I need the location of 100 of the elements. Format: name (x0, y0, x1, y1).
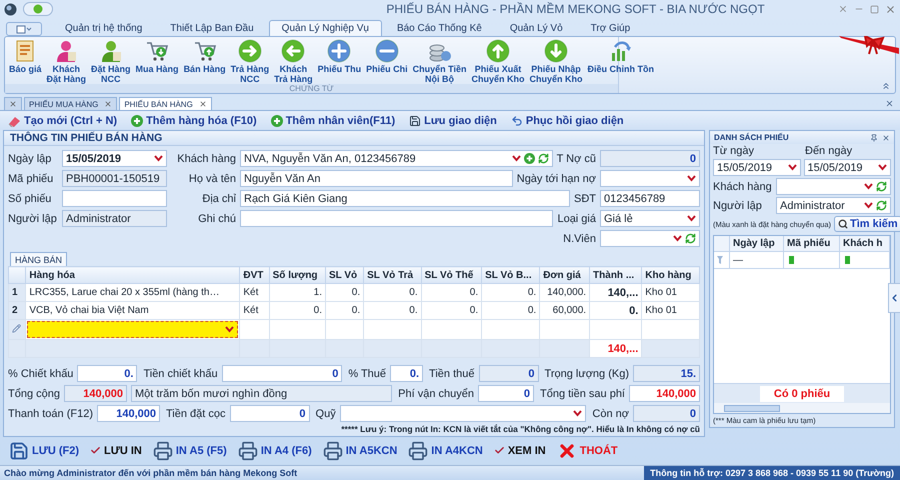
toolbar-button[interactable]: Phục hồi giao diện (510, 114, 624, 126)
ribbon-button[interactable]: Phiếu Chi (364, 39, 410, 84)
column-header[interactable]: SL Vỏ (325, 266, 364, 284)
input-field[interactable]: 0 (222, 365, 342, 382)
document-tab[interactable]: PHIẾU BÁN HÀNG (119, 97, 212, 110)
ribbon-tab[interactable]: Thiết Lập Ban Đầu (157, 20, 267, 36)
input-field[interactable] (62, 190, 167, 207)
ribbon-button[interactable]: Chuyển Tiền Nội Bộ (410, 39, 468, 84)
app-menu-button[interactable] (6, 22, 42, 36)
action-button[interactable]: IN A4 (F6) (238, 440, 312, 460)
filter-cell[interactable]: — (730, 252, 784, 268)
combo-box[interactable] (776, 178, 891, 195)
column-header[interactable]: Ngày lập (730, 236, 784, 251)
ribbon-button[interactable]: Phiếu Xuất Chuyển Kho (469, 39, 526, 84)
date-field[interactable]: 15/05/2019 (713, 159, 800, 176)
refresh-icon[interactable] (538, 153, 549, 164)
ribbon-button[interactable]: Trả Hàng NCC (228, 39, 272, 84)
toolbar-button[interactable]: Thêm hàng hóa (F10) (131, 114, 257, 126)
maximize-icon[interactable] (870, 4, 879, 14)
column-header[interactable]: SL Vỏ B... (482, 266, 540, 284)
chevron-down-icon[interactable] (687, 175, 696, 182)
column-header[interactable]: Thành ... (590, 266, 642, 284)
column-header[interactable]: SL Vỏ Thế (421, 266, 482, 284)
combo-box[interactable] (600, 230, 700, 247)
chevron-down-icon[interactable] (225, 326, 234, 333)
app-orb-icon[interactable] (4, 2, 17, 16)
column-header[interactable]: Số lượng (269, 266, 326, 284)
action-button[interactable]: IN A4KCN (408, 440, 483, 460)
combo-box[interactable]: NVA, Nguyễn Văn An, 0123456789 (240, 150, 553, 167)
refresh-icon[interactable] (685, 233, 696, 244)
column-header[interactable]: Kho hàng (642, 266, 700, 284)
close-tab-button[interactable] (4, 97, 22, 110)
document-tab[interactable]: PHIẾU MUA HÀNG (24, 97, 118, 110)
ribbon-button[interactable]: Mua Hàng (134, 39, 181, 84)
ribbon-tab[interactable]: Báo Cáo Thống Kê (384, 20, 495, 36)
input-field[interactable]: 0 (478, 385, 534, 402)
ribbon-tab[interactable]: Quản Lý Vỏ (496, 20, 576, 36)
input-field[interactable]: 140,000 (629, 385, 700, 402)
scrollbar[interactable] (714, 403, 890, 413)
grid-tab[interactable]: HÀNG BÁN (10, 252, 68, 266)
ribbon-button[interactable]: Phiếu Thu (316, 39, 364, 84)
pin-icon[interactable] (870, 134, 878, 142)
action-button[interactable]: XEM IN (494, 444, 546, 456)
chevron-down-icon[interactable] (154, 155, 163, 162)
input-field[interactable]: 0. (390, 365, 424, 382)
column-header[interactable]: ĐVT (240, 266, 270, 284)
action-button[interactable]: LƯU IN (90, 444, 142, 456)
chevron-down-icon[interactable] (673, 235, 682, 242)
chevron-down-icon[interactable] (687, 215, 696, 222)
column-header[interactable]: Khách h (840, 236, 890, 251)
column-header[interactable]: Đơn giá (540, 266, 590, 284)
close-icon[interactable] (885, 4, 896, 14)
input-field[interactable]: 0 (230, 405, 310, 422)
input-field[interactable] (240, 210, 554, 227)
plus-icon[interactable] (131, 114, 144, 126)
date-field[interactable]: 15/05/2019 (804, 159, 891, 176)
column-header[interactable]: SL Vỏ Trả (364, 266, 422, 284)
refresh-icon[interactable] (876, 181, 887, 192)
ribbon-button[interactable]: Khách Đặt Hàng (44, 39, 88, 84)
action-button[interactable]: LƯU (F2) (9, 440, 80, 460)
ribbon-tab[interactable]: Trợ Giúp (578, 20, 644, 36)
ribbon-button[interactable]: Phiếu Nhập Chuyển Kho (527, 39, 584, 84)
search-button[interactable]: Tìm kiếm (834, 216, 900, 232)
close-icon[interactable] (882, 134, 890, 142)
collapse-handle[interactable] (888, 283, 900, 313)
chevron-down-icon[interactable] (512, 155, 521, 162)
chevron-down-icon[interactable] (864, 183, 873, 190)
ribbon-tab[interactable]: Quản trị hệ thống (52, 20, 156, 36)
close-icon[interactable] (198, 100, 207, 108)
input-field[interactable]: 0. (77, 365, 138, 382)
plus-icon[interactable] (270, 114, 283, 126)
toolbar-button[interactable]: Lưu giao diện (409, 114, 497, 126)
input-field[interactable] (27, 321, 238, 338)
combo-box[interactable]: Giá lẻ (600, 210, 700, 227)
ribbon-button[interactable]: Đặt Hàng NCC (89, 39, 133, 84)
close-icon[interactable] (885, 99, 894, 108)
column-header[interactable]: Hàng hóa (26, 266, 240, 284)
quick-access-button[interactable] (23, 2, 53, 16)
collapse-icon[interactable] (881, 81, 891, 91)
date-field[interactable]: 15/05/2019 (62, 150, 167, 167)
input-field[interactable]: Rạch Giá Kiên Giang (240, 190, 570, 207)
plus-icon[interactable] (524, 153, 535, 164)
combo-box[interactable]: Administrator (776, 197, 891, 214)
chevron-down-icon[interactable] (573, 410, 582, 417)
column-header[interactable]: Mã phiếu (784, 236, 840, 251)
ribbon-button[interactable]: Báo giá (7, 39, 44, 84)
close-icon[interactable] (104, 100, 112, 108)
input-field[interactable]: Nguyễn Văn An (240, 170, 513, 187)
chevron-down-icon[interactable] (788, 164, 796, 171)
toolbar-button[interactable]: Tạo mới (Ctrl + N) (8, 114, 118, 126)
action-button[interactable]: IN A5 (F5) (152, 440, 227, 460)
action-button[interactable]: IN A5KCN (322, 440, 398, 460)
chevron-down-icon[interactable] (878, 164, 887, 171)
chevron-down-icon[interactable] (864, 202, 873, 209)
ribbon-tab[interactable]: Quản Lý Nghiệp Vụ (268, 20, 382, 36)
refresh-icon[interactable] (876, 200, 887, 211)
ribbon-button[interactable]: Bán Hàng (182, 39, 228, 84)
input-field[interactable]: 0123456789 (600, 190, 700, 207)
toolbar-button[interactable]: Thêm nhân viên(F11) (270, 114, 396, 126)
ribbon-button[interactable]: Khách Trả Hàng (272, 39, 315, 84)
